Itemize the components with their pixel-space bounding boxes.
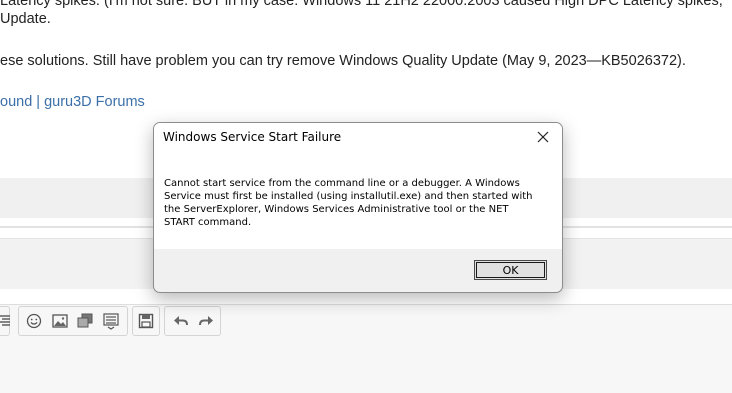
dialog-title: Windows Service Start Failure bbox=[163, 130, 342, 144]
emoji-icon[interactable] bbox=[23, 310, 45, 332]
image-icon[interactable] bbox=[49, 310, 71, 332]
dialog-titlebar[interactable]: Windows Service Start Failure bbox=[154, 123, 562, 153]
dialog-body: Cannot start service from the command li… bbox=[154, 153, 562, 249]
redo-icon[interactable] bbox=[195, 310, 217, 332]
ok-button[interactable]: OK bbox=[474, 260, 547, 280]
save-icon[interactable] bbox=[135, 310, 157, 332]
post-text-line: Latency spikes. (I'm not sure. BUT in my… bbox=[0, 0, 723, 9]
align-icon[interactable] bbox=[0, 310, 16, 332]
close-button[interactable] bbox=[530, 125, 556, 149]
list-icon[interactable] bbox=[100, 310, 122, 332]
undo-icon[interactable] bbox=[170, 310, 192, 332]
dialog-message: Cannot start service from the command li… bbox=[164, 178, 533, 228]
post-text-line: Update. bbox=[0, 11, 51, 27]
post-text-line: ese solutions. Still have problem you ca… bbox=[0, 53, 686, 69]
media-icon[interactable] bbox=[74, 310, 96, 332]
service-start-failure-dialog: Windows Service Start Failure Cannot sta… bbox=[153, 122, 563, 293]
close-icon bbox=[537, 131, 549, 143]
forum-link[interactable]: ound | guru3D Forums bbox=[0, 94, 145, 110]
